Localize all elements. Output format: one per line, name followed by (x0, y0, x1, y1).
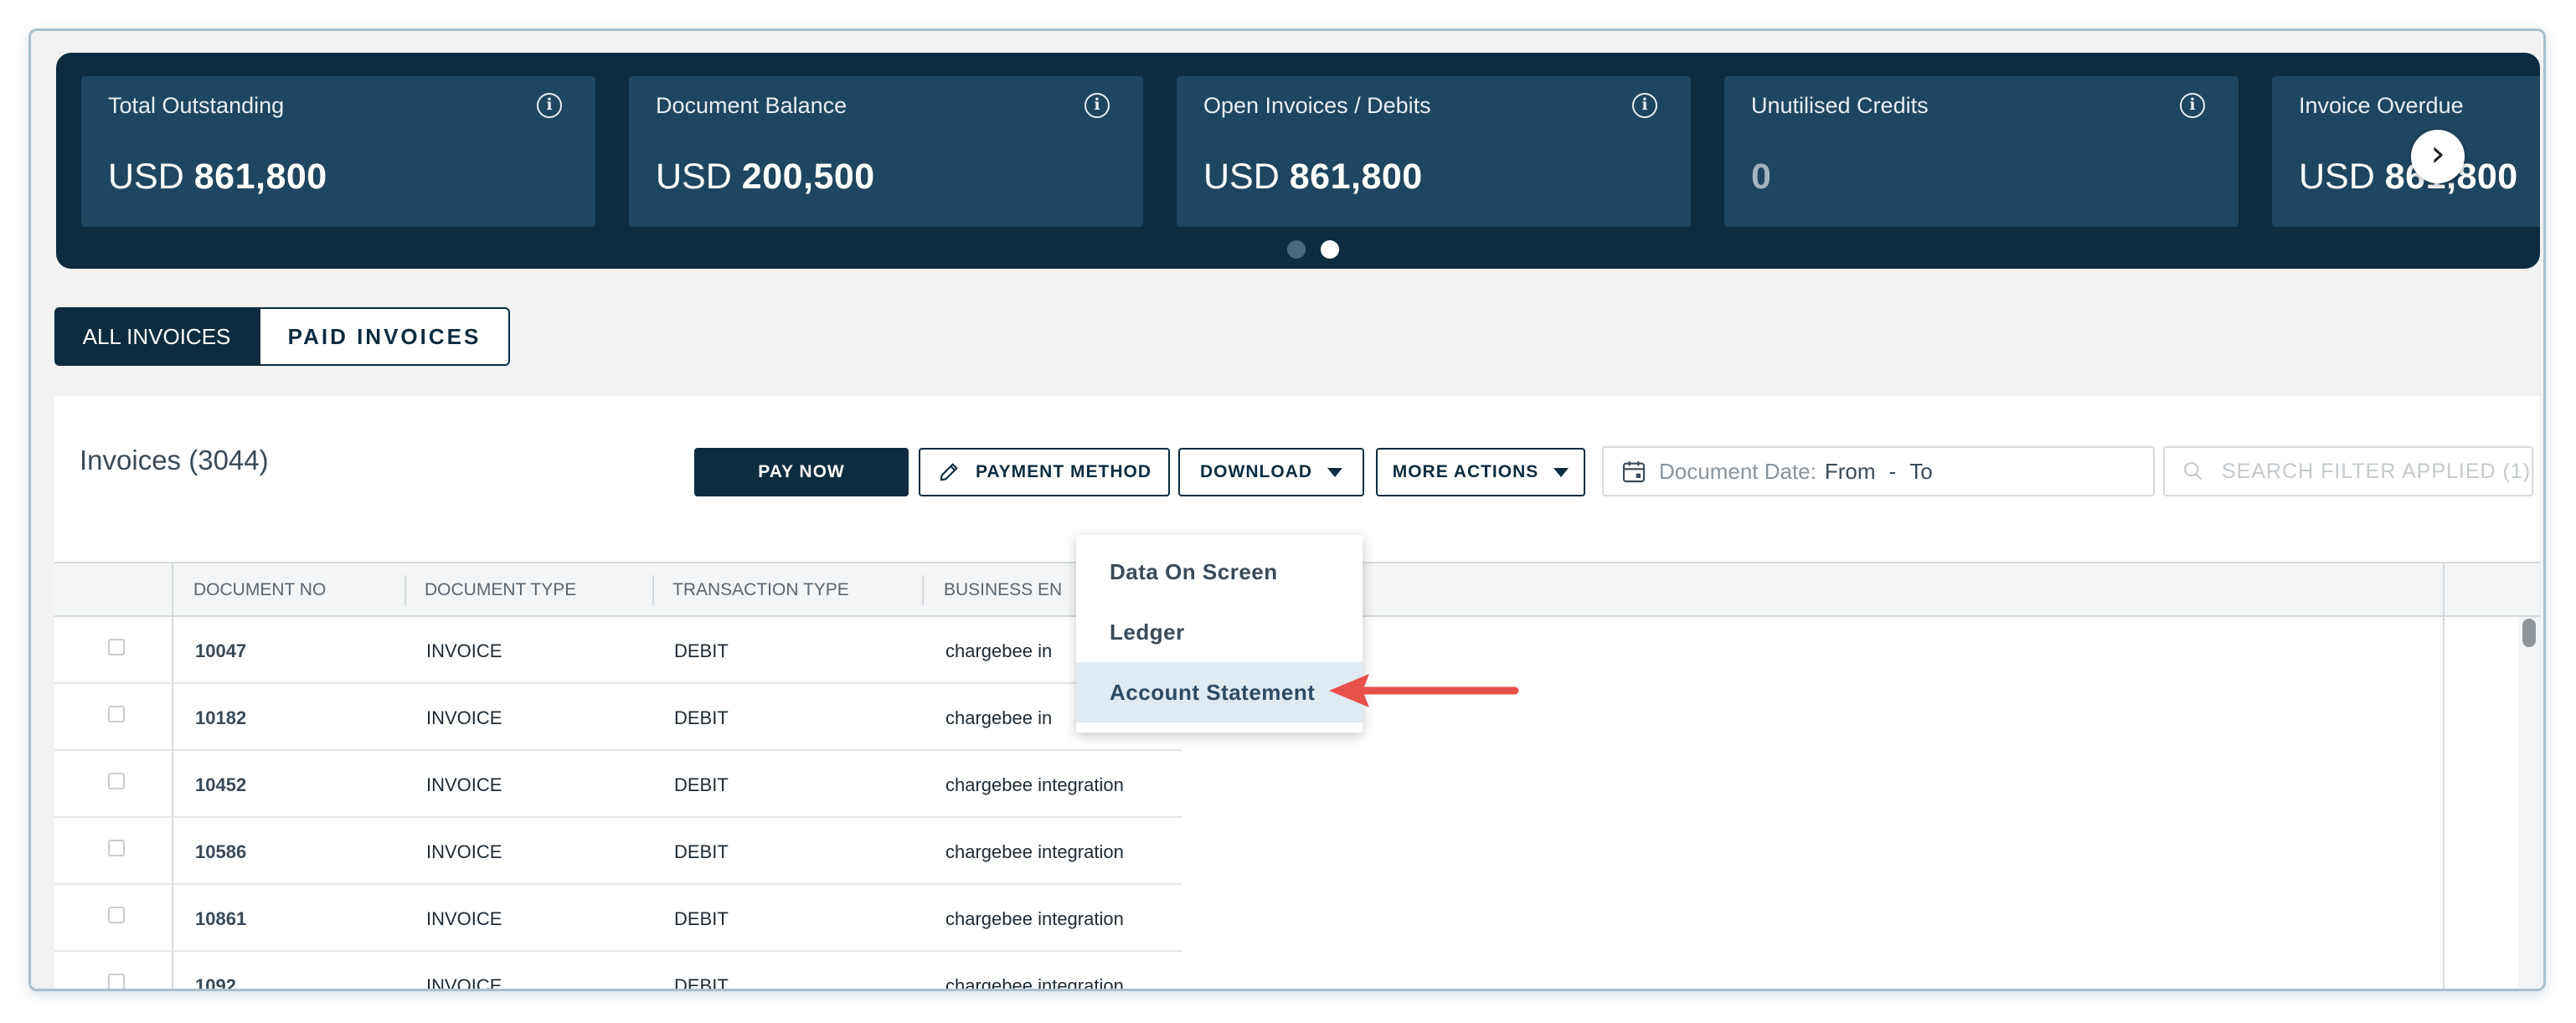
document-type: INVOICE (426, 975, 502, 991)
business-entity: chargebee in (945, 640, 1053, 661)
document-type: INVOICE (426, 841, 502, 862)
transaction-type: DEBIT (674, 774, 729, 795)
date-separator: - (1888, 458, 1897, 484)
business-entity: chargebee in (945, 707, 1053, 728)
search-icon (2184, 462, 2202, 481)
table-row[interactable]: 10452 INVOICE DEBIT chargebee integratio… (54, 751, 1182, 818)
card-document-balance: Document Balance i USD 200,500 (629, 76, 1143, 227)
transaction-type: DEBIT (674, 707, 729, 728)
col-business-entity[interactable]: BUSINESS EN (944, 563, 1062, 617)
payment-method-label: PAYMENT METHOD (975, 462, 1151, 481)
table-row[interactable]: 10586 INVOICE DEBIT chargebee integratio… (54, 818, 1182, 885)
invoice-tabs: ALL INVOICES PAID INVOICES (54, 307, 510, 366)
search-placeholder: SEARCH FILTER APPLIED (1) (2222, 459, 2532, 483)
carousel-dot-1[interactable] (1287, 240, 1306, 259)
card-label: Unutilised Credits (1751, 93, 1929, 118)
download-label: DOWNLOAD (1200, 462, 1312, 481)
download-dropdown-menu: Data On Screen Ledger Account Statement (1076, 535, 1363, 733)
transaction-type: DEBIT (674, 640, 729, 661)
document-type: INVOICE (426, 707, 502, 728)
tab-paid-invoices[interactable]: PAID INVOICES (259, 307, 510, 366)
card-total-outstanding: Total Outstanding i USD 861,800 (81, 76, 595, 227)
annotation-arrow-icon (1329, 674, 1519, 707)
transaction-type: DEBIT (674, 841, 729, 862)
date-filter-label: Document Date: (1659, 458, 1816, 484)
info-icon[interactable]: i (1632, 93, 1657, 118)
card-value: USD 200,500 (656, 157, 875, 197)
card-value: 0 (1751, 157, 1771, 197)
document-type: INVOICE (426, 774, 502, 795)
table-row[interactable]: 10182 INVOICE DEBIT chargebee in (54, 684, 1182, 751)
col-document-no[interactable]: DOCUMENT NO (193, 563, 326, 617)
transaction-type: DEBIT (674, 908, 729, 929)
table-row[interactable]: 1092 INVOICE DEBIT chargebee integration (54, 952, 1182, 991)
date-from[interactable]: From (1825, 459, 1876, 485)
info-icon[interactable]: i (537, 93, 562, 118)
app-window: Total Outstanding i USD 861,800 Document… (28, 28, 2546, 991)
menu-item-account-statement[interactable]: Account Statement (1076, 662, 1363, 722)
card-value: USD 861,800 (1203, 157, 1423, 197)
document-no[interactable]: 1092 (195, 975, 236, 989)
document-no[interactable]: 10861 (195, 908, 246, 930)
row-checkbox[interactable] (108, 974, 125, 989)
column-divider[interactable] (404, 575, 406, 605)
page-title: Invoices (3044) (80, 445, 269, 476)
document-no[interactable]: 10452 (195, 774, 246, 796)
column-divider[interactable] (652, 575, 654, 605)
table-row[interactable]: 10047 INVOICE DEBIT chargebee in (54, 617, 1182, 684)
card-open-invoices: Open Invoices / Debits i USD 861,800 (1177, 76, 1691, 227)
column-divider[interactable] (922, 575, 924, 605)
card-unutilised-credits: Unutilised Credits i 0 (1724, 76, 2239, 227)
menu-item-ledger[interactable]: Ledger (1076, 602, 1363, 662)
info-icon[interactable]: i (1084, 93, 1110, 118)
document-type: INVOICE (426, 640, 502, 661)
business-entity: chargebee integration (945, 774, 1124, 795)
card-label: Open Invoices / Debits (1203, 93, 1431, 118)
caret-down-icon (1553, 467, 1569, 477)
card-label: Invoice Overdue (2299, 93, 2464, 118)
row-checkbox[interactable] (108, 706, 125, 722)
business-entity: chargebee integration (945, 841, 1124, 862)
pencil-icon (940, 463, 958, 481)
business-entity: chargebee integration (945, 908, 1124, 929)
document-type: INVOICE (426, 908, 502, 929)
card-invoice-overdue: Invoice Overdue USD 861,800 (2272, 76, 2540, 227)
document-date-filter[interactable]: Document Date: From - To (1602, 446, 2155, 496)
caret-down-icon (1327, 467, 1342, 477)
card-value: USD 861,800 (108, 157, 327, 197)
document-no[interactable]: 10047 (195, 640, 246, 662)
card-label: Document Balance (656, 93, 848, 118)
chevron-right-icon[interactable]: › (2411, 130, 2465, 183)
tab-all-invoices[interactable]: ALL INVOICES (54, 307, 259, 366)
row-checkbox[interactable] (108, 907, 125, 923)
document-no[interactable]: 10182 (195, 707, 246, 729)
calendar-icon (1622, 461, 1646, 483)
download-button[interactable]: DOWNLOAD (1178, 448, 1364, 496)
col-document-type[interactable]: DOCUMENT TYPE (425, 563, 576, 617)
menu-item-data-on-screen[interactable]: Data On Screen (1076, 542, 1363, 602)
card-value: USD 861,800 (2299, 157, 2517, 197)
row-checkbox[interactable] (108, 840, 125, 856)
scrollbar-thumb[interactable] (2522, 619, 2536, 647)
row-checkbox[interactable] (108, 773, 125, 789)
search-input[interactable]: SEARCH FILTER APPLIED (1) (2163, 446, 2533, 496)
info-icon[interactable]: i (2180, 93, 2205, 118)
card-label: Total Outstanding (108, 93, 285, 118)
document-no[interactable]: 10586 (195, 841, 246, 863)
more-actions-label: MORE ACTIONS (1392, 462, 1539, 481)
summary-carousel: Total Outstanding i USD 861,800 Document… (56, 53, 2540, 269)
row-checkbox[interactable] (108, 639, 125, 655)
carousel-dot-2[interactable] (1321, 240, 1339, 259)
column-divider (2443, 563, 2445, 989)
transaction-type: DEBIT (674, 975, 729, 991)
table-row[interactable]: 10861 INVOICE DEBIT chargebee integratio… (54, 885, 1182, 952)
payment-method-button[interactable]: PAYMENT METHOD (919, 448, 1170, 496)
col-transaction-type[interactable]: TRANSACTION TYPE (672, 563, 849, 617)
vertical-scrollbar[interactable] (2518, 617, 2540, 989)
pay-now-button[interactable]: PAY NOW (694, 448, 909, 496)
business-entity: chargebee integration (945, 975, 1124, 991)
more-actions-button[interactable]: MORE ACTIONS (1376, 448, 1585, 496)
date-to[interactable]: To (1909, 459, 1932, 485)
